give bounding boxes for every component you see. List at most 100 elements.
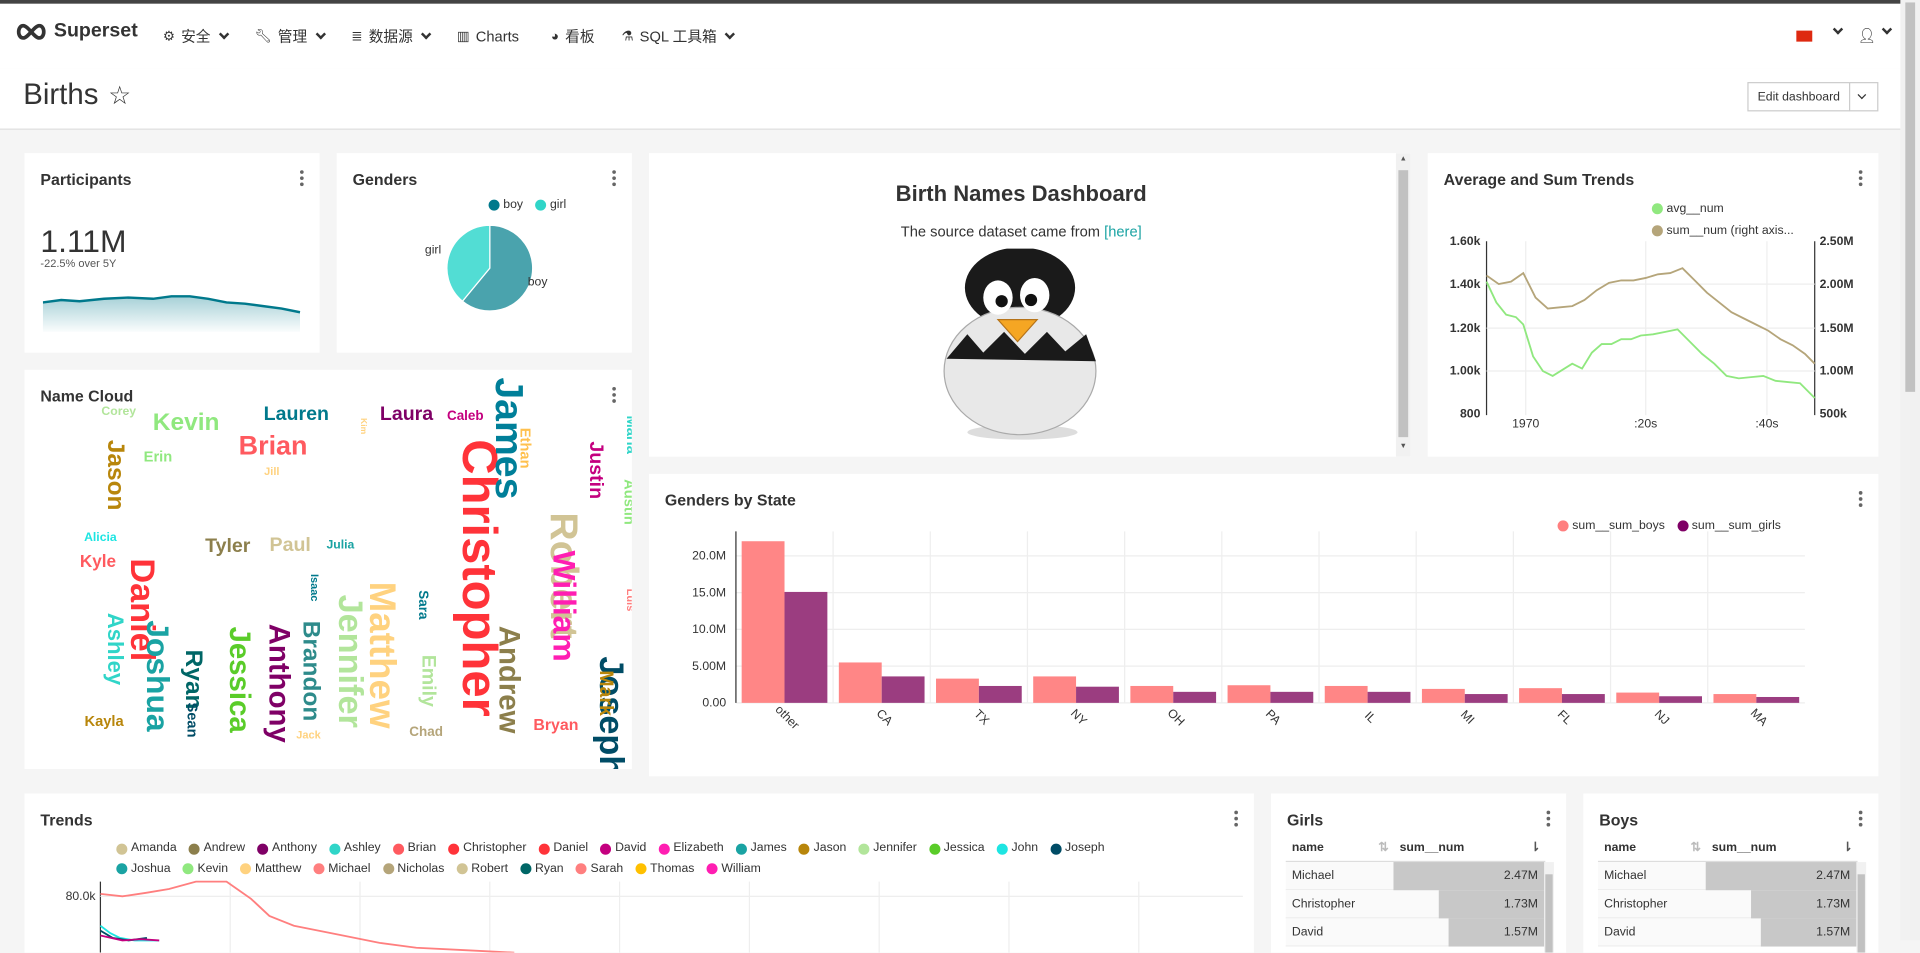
bar-boys[interactable] [1227,685,1271,703]
legend-item[interactable]: Thomas [635,859,694,879]
table-row[interactable]: David 1.57M [1285,917,1546,947]
bar-girls[interactable] [881,676,925,703]
bar-boys[interactable] [1130,685,1174,703]
page-scrollbar[interactable] [1900,0,1920,941]
bar-girls[interactable] [1367,691,1411,703]
x-tick: OH [1165,706,1188,729]
legend-item[interactable]: Brian [392,839,436,859]
column-label: sum__num [1399,841,1465,855]
bar-girls[interactable] [1659,696,1702,703]
legend-item[interactable]: Joseph [1050,839,1105,859]
user-icon[interactable]: 👤︎ [1858,27,1877,44]
legend-item[interactable]: Jason [798,839,846,859]
sort-icon[interactable]: ⇅ [1378,841,1388,854]
chevron-down-icon[interactable] [1832,24,1844,35]
scrollbar-thumb[interactable] [1905,2,1916,392]
bar-girls[interactable] [1270,691,1314,703]
more-options-icon[interactable] [1858,810,1864,829]
legend-item[interactable]: Joshua [116,859,171,879]
sort-desc-icon[interactable]: ⇂ [1842,841,1852,854]
legend-avg-num[interactable]: avg__num [1651,202,1724,216]
sort-desc-icon[interactable]: ⇂ [1530,841,1540,854]
bar-girls[interactable] [978,685,1022,703]
legend-item[interactable]: Andrew [188,839,245,859]
scrollbar-thumb[interactable] [1398,170,1409,438]
legend-item[interactable]: Jennifer [858,839,917,859]
bar-boys[interactable] [936,678,979,703]
bar-girls[interactable] [784,591,828,703]
chevron-down-icon[interactable] [1881,24,1893,35]
column-header-name[interactable]: name ⇅ [1286,841,1394,854]
column-header-value[interactable]: sum__num ⇂ [1393,841,1545,854]
legend-item[interactable]: John [996,839,1038,859]
legend-girl[interactable]: girl [535,198,566,212]
legend-item[interactable]: Matthew [240,859,301,879]
more-options-icon[interactable] [1858,170,1864,188]
edit-dashboard-button[interactable]: Edit dashboard [1747,82,1851,112]
bar-girls[interactable] [1173,691,1217,703]
scrollbar-thumb[interactable] [1857,874,1865,953]
bar-boys[interactable] [741,541,785,703]
bar-girls[interactable] [1756,696,1800,703]
table-row[interactable]: Michael 2.47M [1597,861,1858,891]
legend-item[interactable]: Jessica [929,839,985,859]
legend-item[interactable]: Robert [456,859,508,879]
menu-sqllab[interactable]: ⚗ SQL 工具箱 [621,26,736,47]
table-scrollbar[interactable] [1544,862,1554,953]
legend-item[interactable]: Nicholas [382,859,444,879]
sort-icon[interactable]: ⇅ [1691,841,1701,854]
brand-logo[interactable]: Superset [15,21,138,43]
legend-item[interactable]: Daniel [538,839,588,859]
bar-boys[interactable] [1713,694,1757,703]
cn-flag-icon[interactable] [1796,30,1813,42]
legend-item[interactable]: David [600,839,646,859]
cloud-word: Corey [101,404,136,418]
more-options-icon[interactable] [300,170,305,188]
legend-item[interactable]: Anthony [257,839,317,859]
scrollbar-thumb[interactable] [1545,874,1553,953]
dashboard-menu-button[interactable] [1848,82,1879,112]
card-title: Average and Sum Trends [1443,170,1635,189]
bar-girls[interactable] [1464,694,1508,703]
column-header-name[interactable]: name ⇅ [1598,841,1706,854]
bar-boys[interactable] [1421,688,1465,703]
menu-security[interactable]: ⚙ 安全 [163,26,230,47]
scroll-down-icon[interactable]: ▼ [1400,443,1407,450]
menu-sources[interactable]: ≣ 数据源 [351,26,432,47]
scroll-up-icon[interactable]: ▲ [1400,156,1407,163]
bar-boys[interactable] [1519,688,1562,703]
bar-girls[interactable] [1561,694,1605,703]
table-scrollbar[interactable] [1856,862,1867,953]
more-options-icon[interactable] [612,170,617,188]
legend-item[interactable]: Amanda [116,839,177,859]
table-row[interactable]: Michael 2.47M [1285,861,1546,891]
source-link[interactable]: [here] [1104,223,1142,240]
bar-boys[interactable] [1324,685,1368,703]
cloud-word: Austin [620,479,631,525]
legend-item[interactable]: Ashley [329,839,381,859]
table-row[interactable]: Christopher 1.73M [1285,889,1546,919]
menu-charts[interactable]: ▥ Charts [457,26,519,47]
bar-girls[interactable] [1076,686,1119,703]
markdown-scrollbar[interactable]: ▲ ▼ [1395,153,1411,457]
bar-boys[interactable] [838,662,882,703]
legend-item[interactable]: Kevin [182,859,228,879]
bar-boys[interactable] [1033,676,1077,703]
menu-dashboards[interactable]: ◕ 看板 [551,26,595,47]
more-options-icon[interactable] [1546,810,1552,829]
legend-item[interactable]: James [735,839,787,859]
table-row[interactable]: Christopher 1.73M [1597,889,1858,919]
bar-boys[interactable] [1616,692,1660,703]
more-options-icon[interactable] [1234,810,1239,829]
legend-item[interactable]: Christopher [448,839,526,859]
legend-item[interactable]: Sarah [575,859,623,879]
legend-item[interactable]: Michael [313,859,370,879]
column-header-value[interactable]: sum__num ⇂ [1706,841,1858,854]
table-row[interactable]: David 1.57M [1597,917,1858,947]
legend-item[interactable]: William [706,859,761,879]
legend-item[interactable]: Ryan [520,859,564,879]
legend-item[interactable]: Elizabeth [658,839,724,859]
legend-boy[interactable]: boy [488,198,523,212]
menu-manage[interactable]: 🔧︎ 管理 [255,26,326,47]
star-icon[interactable]: ☆ [108,80,131,111]
